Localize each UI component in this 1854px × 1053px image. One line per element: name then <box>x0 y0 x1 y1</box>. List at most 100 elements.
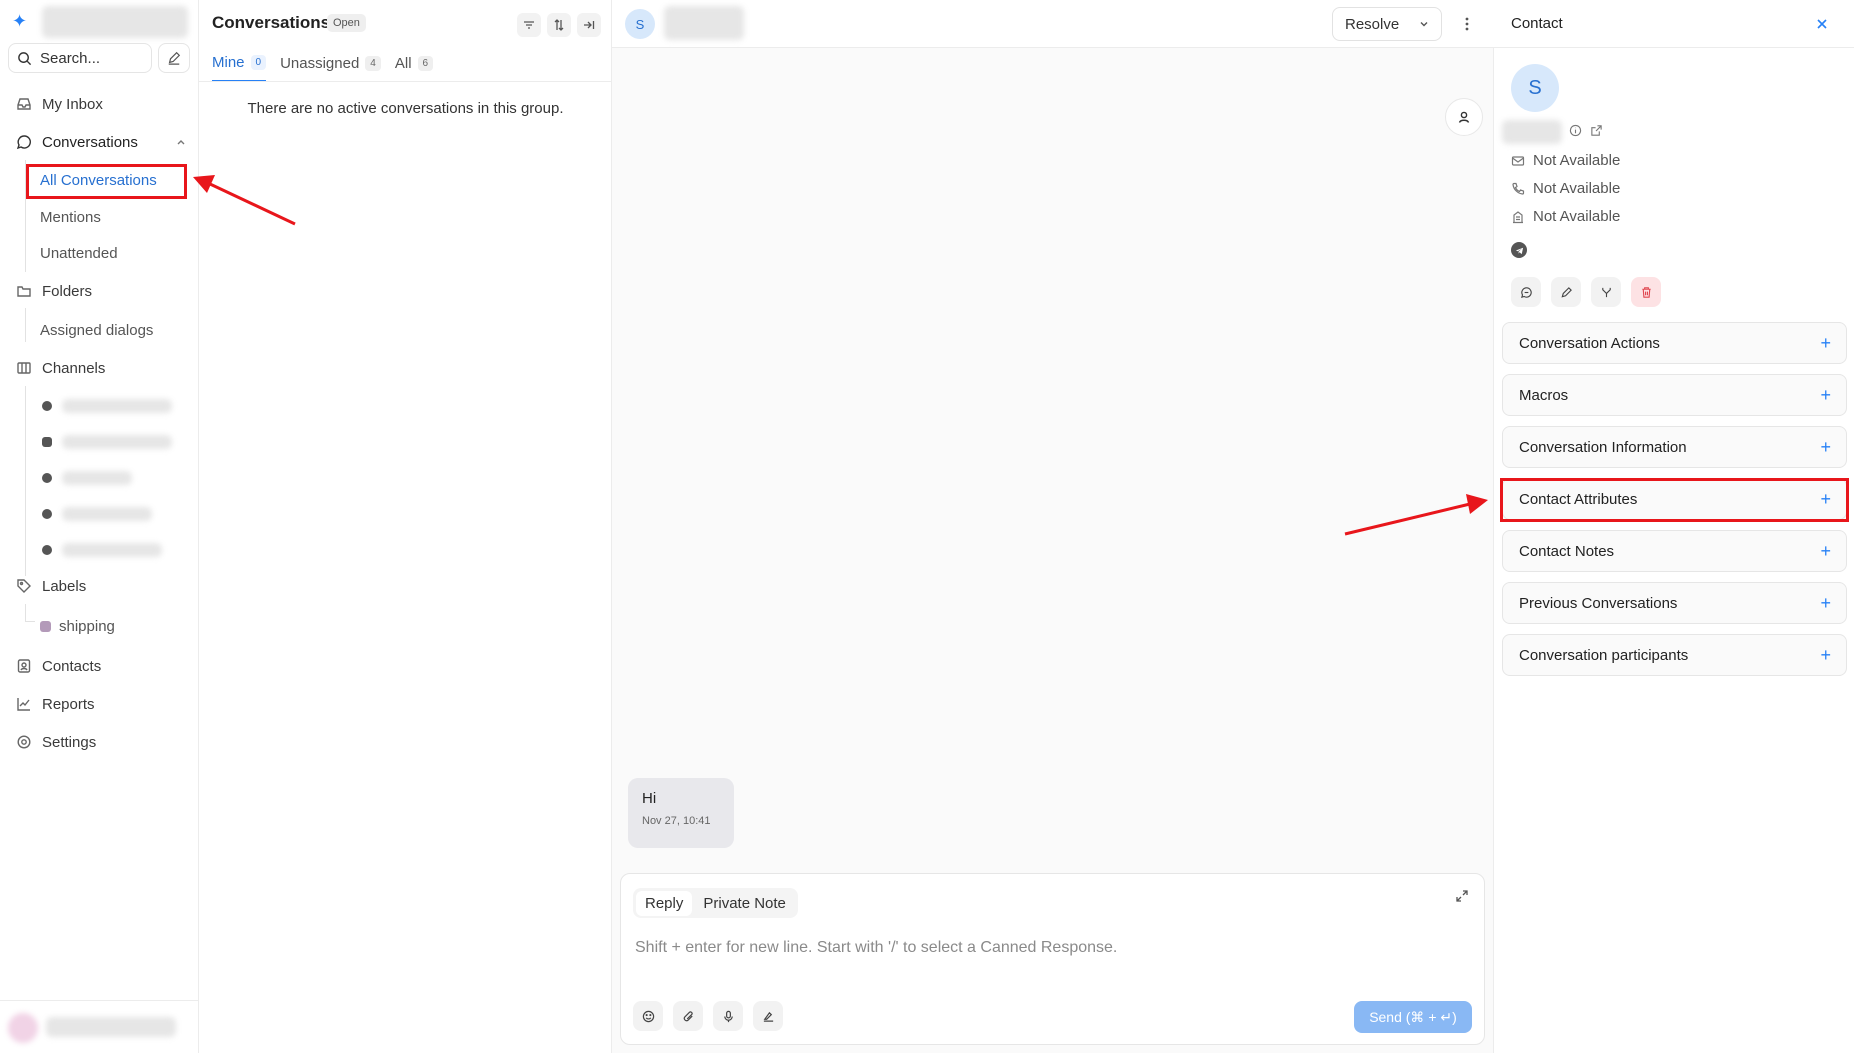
search-button[interactable]: Search... <box>8 43 152 73</box>
channel-name <box>62 435 172 449</box>
tree-branch <box>25 621 35 622</box>
filter-button[interactable] <box>517 13 541 37</box>
accordion-conversation-participants[interactable]: Conversation participants + <box>1502 634 1847 676</box>
microphone-icon <box>723 1010 733 1022</box>
sidebar: ✦ Search... My Inbox Conversations All C… <box>0 0 199 1053</box>
message-icon <box>1520 286 1532 298</box>
channels-icon <box>17 362 31 374</box>
channel-item[interactable] <box>42 538 162 562</box>
contact-phone: Not Available <box>1533 180 1621 197</box>
contact-company-row[interactable]: Not Available <box>1511 208 1620 225</box>
accordion-label: Conversation participants <box>1519 646 1689 664</box>
close-panel-button[interactable] <box>1812 14 1832 34</box>
user-profile-footer[interactable] <box>0 1000 199 1053</box>
plus-icon: + <box>1820 385 1831 405</box>
accordion-conversation-actions[interactable]: Conversation Actions + <box>1502 322 1847 364</box>
channel-name <box>62 471 132 485</box>
message-input[interactable] <box>635 936 1465 960</box>
accordion-conversation-information[interactable]: Conversation Information + <box>1502 426 1847 468</box>
emoji-button[interactable] <box>633 1001 663 1031</box>
sidebar-item-assigned-dialogs[interactable]: Assigned dialogs <box>40 316 153 344</box>
channel-item[interactable] <box>42 430 172 454</box>
send-button[interactable]: Send (⌘ + ↵) <box>1354 1001 1472 1033</box>
tab-label: Mine <box>212 53 245 71</box>
plus-icon: + <box>1820 333 1831 353</box>
delete-contact-button[interactable] <box>1631 277 1661 307</box>
sidebar-item-my-inbox[interactable]: My Inbox <box>10 90 103 118</box>
sidebar-item-settings[interactable]: Settings <box>10 728 96 756</box>
page-title: Conversations <box>212 13 331 32</box>
contact-name-actions <box>1569 124 1603 137</box>
accordion-contact-notes[interactable]: Contact Notes + <box>1502 530 1847 572</box>
sidebar-item-contacts[interactable]: Contacts <box>10 652 101 680</box>
tab-private-note[interactable]: Private Note <box>694 891 795 916</box>
audio-record-button[interactable] <box>713 1001 743 1031</box>
more-options-button[interactable] <box>1455 12 1479 36</box>
sidebar-item-label-shipping[interactable]: shipping <box>40 612 115 640</box>
accordion-label: Conversation Information <box>1519 438 1687 456</box>
list-actions <box>517 13 601 37</box>
external-link-icon[interactable] <box>1590 124 1603 137</box>
plus-icon: + <box>1820 593 1831 613</box>
contact-name[interactable] <box>664 6 744 40</box>
channel-item[interactable] <box>42 466 132 490</box>
contact-company: Not Available <box>1533 208 1621 225</box>
sidebar-item-folders[interactable]: Folders <box>10 277 92 305</box>
resolve-button[interactable]: Resolve <box>1332 7 1442 41</box>
paperclip-icon <box>683 1010 693 1021</box>
merge-contact-button[interactable] <box>1591 277 1621 307</box>
signature-button[interactable] <box>753 1001 783 1031</box>
sort-button[interactable] <box>547 13 571 37</box>
sidebar-item-label: Channels <box>42 359 106 377</box>
sidebar-item-labels[interactable]: Labels <box>10 572 86 600</box>
phone-icon <box>1512 182 1525 195</box>
new-message-button[interactable] <box>1511 277 1541 307</box>
composer-mode-tabs: Reply Private Note <box>633 888 798 918</box>
contact-panel-header: Contact <box>1494 0 1854 48</box>
sidebar-item-conversations[interactable]: Conversations <box>10 128 190 156</box>
sidebar-item-all-conversations[interactable]: All Conversations <box>40 166 157 194</box>
label-name: shipping <box>59 617 115 635</box>
conversation-view: S Resolve Hi Nov 27, 10:41 Reply Private… <box>612 0 1494 1053</box>
accordion-label: Contact Attributes <box>1519 490 1638 508</box>
channel-item[interactable] <box>42 502 152 526</box>
contact-phone-row[interactable]: Not Available <box>1511 180 1620 197</box>
emoji-icon <box>642 1010 654 1022</box>
conversation-list-panel: Conversations Open Mine 0 Unassigned 4 A… <box>199 0 612 1053</box>
status-badge[interactable]: Open <box>327 14 366 32</box>
sidebar-item-mentions[interactable]: Mentions <box>40 203 101 231</box>
messenger-icon <box>42 473 52 483</box>
tab-mine[interactable]: Mine 0 <box>212 50 267 82</box>
tree-line <box>25 308 26 342</box>
sidebar-item-unattended[interactable]: Unattended <box>40 239 118 267</box>
contact-card-icon <box>17 659 31 673</box>
collapse-panel-button[interactable] <box>577 13 601 37</box>
attach-button[interactable] <box>673 1001 703 1031</box>
toggle-contact-panel-button[interactable] <box>1445 98 1483 136</box>
panel-title: Contact <box>1511 15 1563 32</box>
expand-editor-button[interactable] <box>1452 886 1472 906</box>
tab-all[interactable]: All 6 <box>395 50 434 82</box>
accordion-contact-attributes[interactable]: Contact Attributes + <box>1502 478 1847 520</box>
sidebar-item-channels[interactable]: Channels <box>10 354 105 382</box>
tree-line <box>25 160 26 272</box>
message-bubble[interactable]: Hi Nov 27, 10:41 <box>628 778 734 848</box>
merge-icon <box>1601 287 1611 297</box>
more-vertical-icon <box>1465 17 1469 31</box>
sidebar-item-label: My Inbox <box>42 95 103 113</box>
tab-unassigned[interactable]: Unassigned 4 <box>280 50 381 82</box>
accordion-macros[interactable]: Macros + <box>1502 374 1847 416</box>
info-icon[interactable] <box>1569 124 1582 137</box>
channel-item[interactable] <box>42 394 172 418</box>
tab-reply[interactable]: Reply <box>636 890 693 916</box>
sidebar-item-reports[interactable]: Reports <box>10 690 95 718</box>
accordion-previous-conversations[interactable]: Previous Conversations + <box>1502 582 1847 624</box>
account-switcher[interactable] <box>42 6 188 38</box>
arrow-right-to-line-icon <box>584 21 595 29</box>
close-icon <box>1817 19 1827 29</box>
telegram-icon[interactable] <box>1511 242 1527 258</box>
contact-email-row[interactable]: Not Available <box>1511 152 1620 169</box>
edit-contact-button[interactable] <box>1551 277 1581 307</box>
avatar[interactable]: S <box>625 9 655 39</box>
compose-button[interactable] <box>158 43 190 73</box>
